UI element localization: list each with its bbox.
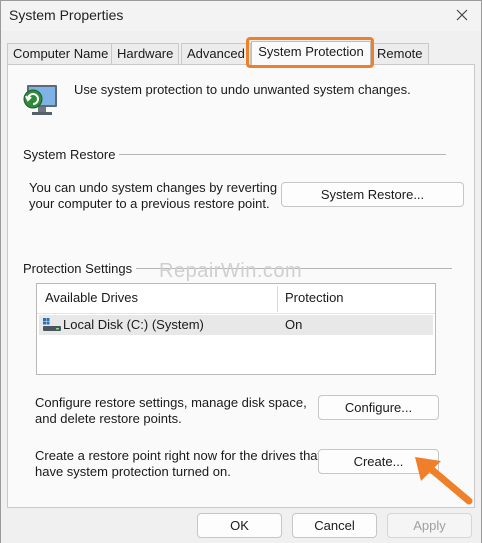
system-restore-text-line2: your computer to a previous restore poin… <box>29 196 270 211</box>
system-protection-panel: Use system protection to undo unwanted s… <box>7 64 475 508</box>
intro-text: Use system protection to undo unwanted s… <box>74 82 411 97</box>
create-text-line1: Create a restore point right now for the… <box>35 448 322 463</box>
watermark: RepairWin.com <box>159 260 303 282</box>
list-item[interactable]: Local Disk (C:) (System) On <box>39 315 433 335</box>
cancel-button[interactable]: Cancel <box>292 513 377 538</box>
drive-icon <box>43 318 61 331</box>
close-button[interactable] <box>449 3 475 27</box>
create-text-line2: have system protection turned on. <box>35 464 231 479</box>
protection-settings-heading: Protection Settings <box>23 261 137 276</box>
apply-button[interactable]: Apply <box>387 513 472 538</box>
system-restore-divider <box>112 154 446 155</box>
configure-text-line2: and delete restore points. <box>35 411 182 426</box>
system-restore-heading: System Restore <box>23 147 120 162</box>
column-protection[interactable]: Protection <box>285 290 344 305</box>
tab-hardware[interactable]: Hardware <box>111 43 180 65</box>
column-available-drives[interactable]: Available Drives <box>45 290 138 305</box>
window-title: System Properties <box>9 7 124 23</box>
tab-highlight-annotation <box>246 37 374 68</box>
tab-computer-name[interactable]: Computer Name <box>7 43 115 65</box>
drive-protection-status: On <box>285 317 303 332</box>
ok-button[interactable]: OK <box>197 513 282 538</box>
configure-button[interactable]: Configure... <box>318 395 439 420</box>
tab-advanced[interactable]: Advanced <box>181 43 251 65</box>
drives-list[interactable]: Available Drives Protection Local Disk (… <box>36 283 436 375</box>
system-restore-button[interactable]: System Restore... <box>281 182 464 207</box>
system-restore-text-line1: You can undo system changes by reverting <box>29 180 278 195</box>
drives-list-header: Available Drives Protection <box>37 284 435 314</box>
column-divider[interactable] <box>277 286 278 312</box>
arrow-annotation <box>415 457 473 505</box>
dialog-button-bar: OK Cancel Apply <box>1 509 481 543</box>
system-properties-window: System Properties Computer Name Hardware… <box>0 0 482 543</box>
drive-name: Local Disk (C:) (System) <box>63 317 204 332</box>
title-bar: System Properties <box>1 1 481 31</box>
tab-remote[interactable]: Remote <box>371 43 429 65</box>
system-protection-icon <box>23 85 57 115</box>
close-icon <box>456 9 468 21</box>
configure-text-line1: Configure restore settings, manage disk … <box>35 395 307 410</box>
tab-strip: Computer Name Hardware Advanced System P… <box>7 41 477 66</box>
